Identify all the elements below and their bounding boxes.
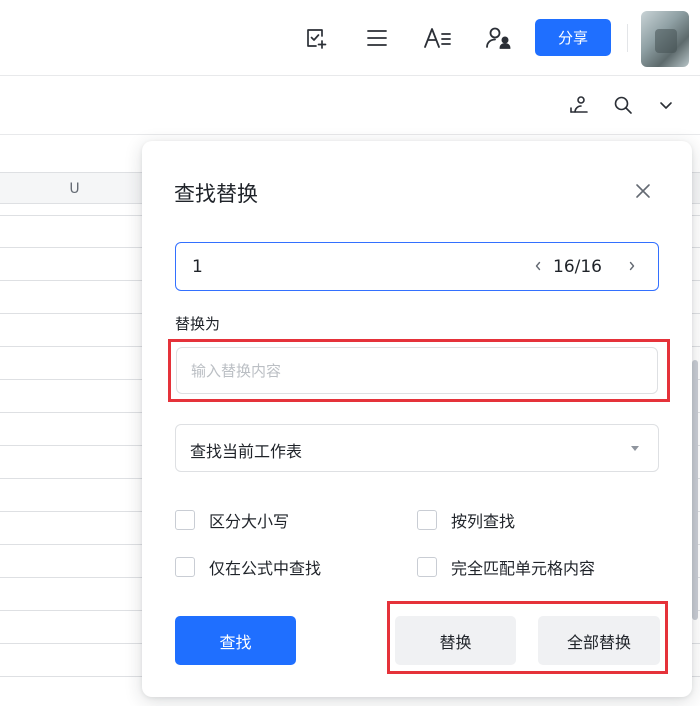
toolbar-divider: [627, 24, 628, 52]
by-column-option[interactable]: 按列查找: [417, 507, 515, 533]
previous-match-button[interactable]: [530, 255, 546, 277]
column-header-u[interactable]: U: [0, 173, 150, 204]
find-button[interactable]: 查找: [175, 616, 296, 665]
top-toolbar: 分享: [0, 0, 700, 76]
text-format-icon[interactable]: [423, 23, 453, 53]
chevron-down-icon[interactable]: [653, 92, 679, 118]
match-count: 16/16: [553, 257, 602, 277]
whole-cell-option[interactable]: 完全匹配单元格内容: [417, 554, 595, 580]
search-scope-select[interactable]: 查找当前工作表: [175, 424, 659, 472]
formula-only-label: 仅在公式中查找: [209, 559, 322, 578]
caret-down-icon: [628, 442, 642, 456]
formula-only-checkbox[interactable]: [175, 557, 195, 577]
user-avatar[interactable]: [641, 11, 689, 67]
find-input-value: 1: [192, 257, 203, 277]
close-icon: [636, 184, 650, 198]
chevron-right-icon: [629, 261, 635, 271]
case-sensitive-option[interactable]: 区分大小写: [175, 507, 289, 533]
search-scope-value: 查找当前工作表: [190, 442, 303, 461]
whole-cell-label: 完全匹配单元格内容: [451, 559, 596, 578]
chevron-left-icon: [535, 261, 541, 271]
find-replace-dialog: 查找替换 1 16/16 替换为 查找当前工作表 区分大小写 按列查: [142, 141, 692, 697]
find-input[interactable]: 1 16/16: [175, 242, 659, 291]
user-pin-icon[interactable]: [566, 92, 592, 118]
close-button[interactable]: [630, 178, 656, 204]
replace-button[interactable]: 替换: [395, 616, 516, 665]
replace-with-label: 替换为: [175, 315, 221, 333]
whole-cell-checkbox[interactable]: [417, 557, 437, 577]
case-sensitive-checkbox[interactable]: [175, 510, 195, 530]
vertical-scrollbar[interactable]: [692, 360, 698, 620]
search-icon[interactable]: [610, 92, 636, 118]
next-match-button[interactable]: [624, 255, 640, 277]
doc-check-add-icon[interactable]: [301, 23, 331, 53]
case-sensitive-label: 区分大小写: [209, 512, 290, 531]
sheet-toolbar: [0, 77, 700, 135]
collaborators-icon[interactable]: [484, 23, 514, 53]
replace-all-button[interactable]: 全部替换: [538, 616, 660, 665]
by-column-label: 按列查找: [451, 512, 516, 531]
replace-input[interactable]: [176, 347, 658, 394]
formula-only-option[interactable]: 仅在公式中查找: [175, 554, 321, 580]
by-column-checkbox[interactable]: [417, 510, 437, 530]
dialog-title: 查找替换: [174, 182, 258, 206]
share-button[interactable]: 分享: [535, 19, 611, 56]
menu-lines-icon[interactable]: [362, 23, 392, 53]
